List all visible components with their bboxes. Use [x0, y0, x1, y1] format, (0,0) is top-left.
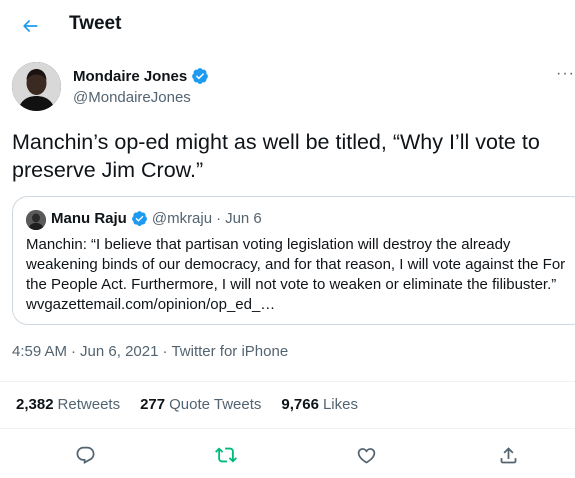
top-bar: Tweet: [0, 0, 575, 50]
quoted-separator: ·: [216, 210, 222, 227]
divider-top: [0, 381, 575, 382]
tweet-text: Manchin’s op-ed might as well be titled,…: [12, 130, 540, 182]
reply-button[interactable]: [72, 442, 98, 468]
quoted-author-handle: @mkraju: [151, 210, 213, 227]
tweet-date[interactable]: Jun 6, 2021: [80, 343, 158, 360]
heart-icon: [357, 447, 375, 464]
retweets-count: 2,382: [16, 396, 54, 413]
tweet-stats: 2,382 Retweets 277 Quote Tweets 9,766 Li…: [16, 396, 358, 413]
avatar-image: [12, 62, 61, 111]
like-button[interactable]: [353, 442, 379, 468]
tweet-actions: [0, 440, 575, 470]
retweets-label: Retweets: [57, 396, 121, 413]
timestamp-separator: ·: [71, 343, 77, 360]
more-options-button[interactable]: ···: [556, 64, 575, 84]
author-handle[interactable]: @MondaireJones: [73, 89, 191, 106]
verified-badge-icon: [131, 211, 147, 226]
arrow-left-icon: [23, 20, 38, 32]
page-title: Tweet: [69, 13, 122, 34]
likes-stat[interactable]: 9,766 Likes: [281, 396, 358, 413]
share-icon: [500, 446, 516, 463]
quoted-tweet-card[interactable]: Manu Raju @mkraju · Jun 6 Manchin: “I be…: [12, 196, 575, 325]
more-horizontal-icon: ···: [556, 65, 575, 82]
retweet-button[interactable]: [213, 442, 239, 468]
quote-tweets-count: 277: [140, 396, 166, 413]
quoted-date: Jun 6: [225, 210, 262, 227]
tweet-time[interactable]: 4:59 AM: [12, 343, 67, 360]
quoted-avatar: [26, 210, 46, 230]
quote-tweets-label: Quote Tweets: [169, 396, 262, 413]
retweets-stat[interactable]: 2,382 Retweets: [16, 396, 120, 413]
divider-bottom: [0, 428, 575, 429]
back-button[interactable]: [16, 12, 44, 40]
share-button[interactable]: [495, 442, 521, 468]
avatar[interactable]: [12, 62, 61, 111]
author-name-text: Mondaire Jones: [73, 67, 188, 85]
quoted-avatar-image: [26, 210, 46, 230]
tweet-timestamp: 4:59 AM · Jun 6, 2021 · Twitter for iPho…: [12, 343, 288, 360]
likes-count: 9,766: [281, 396, 319, 413]
tweet-source[interactable]: Twitter for iPhone: [171, 343, 288, 360]
author-name[interactable]: Mondaire Jones: [73, 67, 209, 85]
reply-icon: [76, 446, 94, 464]
quote-tweets-stat[interactable]: 277 Quote Tweets: [140, 396, 261, 413]
verified-badge-icon: [192, 68, 209, 84]
quoted-header: Manu Raju @mkraju · Jun 6: [51, 210, 262, 227]
quoted-author-name: Manu Raju: [51, 210, 127, 227]
likes-label: Likes: [322, 396, 358, 413]
quoted-tweet-text: Manchin: “I believe that partisan voting…: [26, 236, 566, 313]
retweet-icon: [215, 447, 237, 463]
timestamp-separator-2: ·: [162, 343, 168, 360]
